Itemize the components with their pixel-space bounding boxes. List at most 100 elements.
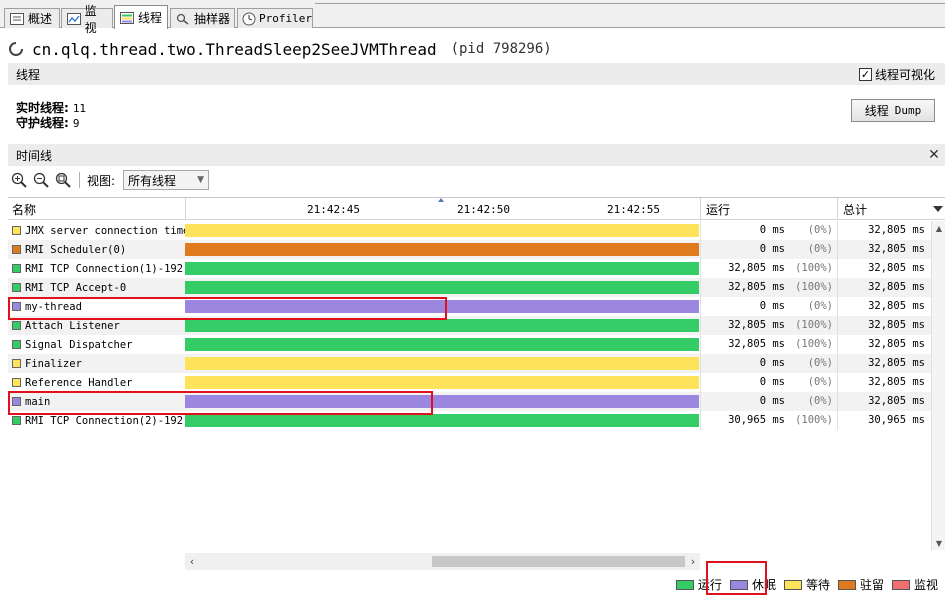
column-header-name[interactable]: 名称 <box>12 198 36 220</box>
table-row[interactable]: RMI TCP Accept-0 32,805 ms (100%) 32,805 ms <box>8 278 931 297</box>
legend-item-park: 驻留 <box>837 576 884 593</box>
table-row[interactable]: RMI TCP Connection(1)-192.168.0.1 32,805 … <box>8 259 931 278</box>
run-time: 32,805 ms <box>728 281 785 293</box>
horizontal-scrollbar[interactable]: ‹ › <box>185 553 700 570</box>
run-time: 32,805 ms <box>728 262 785 274</box>
thread-name: RMI TCP Connection(1)-192.168.0.1 <box>25 262 185 275</box>
thread-run-cell: 30,965 ms (100%) <box>700 411 837 430</box>
scroll-up-icon[interactable]: ▲ <box>932 221 945 235</box>
live-threads-value: 11 <box>72 102 87 115</box>
table-row[interactable]: RMI Scheduler(0) 0 ms (0%) 32,805 ms <box>8 240 931 259</box>
thread-run-cell: 32,805 ms (100%) <box>700 259 837 278</box>
thread-total-cell: 32,805 ms <box>837 259 931 278</box>
thread-total-cell: 32,805 ms <box>837 354 931 373</box>
tab-label: 监视 <box>84 3 97 35</box>
zoom-in-icon[interactable] <box>10 171 28 189</box>
run-percent: (100%) <box>795 414 833 426</box>
thread-timeline-bar <box>185 262 699 275</box>
thread-timeline-bar <box>185 338 699 351</box>
run-percent: (0%) <box>807 300 833 312</box>
legend-swatch <box>783 579 802 590</box>
legend-label: 驻留 <box>859 578 884 592</box>
thread-state-swatch <box>12 397 21 406</box>
thread-state-swatch <box>12 245 21 254</box>
thread-timeline-bar <box>185 357 699 370</box>
tab-sampler[interactable]: 抽样器 <box>170 8 235 28</box>
thread-state-swatch <box>12 359 21 368</box>
scroll-right-icon[interactable]: › <box>686 553 700 570</box>
table-row[interactable]: main 0 ms (0%) 32,805 ms <box>8 392 931 411</box>
thread-state-swatch <box>12 226 21 235</box>
thread-name: JMX server connection timeout <box>25 224 185 237</box>
tab-label: 线程 <box>138 11 163 25</box>
thread-timeline-bar <box>185 319 699 332</box>
thread-timeline-bar <box>185 243 699 256</box>
column-header-timeline: 21:42:45 21:42:50 21:42:55 <box>185 198 700 220</box>
thread-name-cell: Attach Listener <box>12 316 185 335</box>
timeline-tick: 21:42:55 <box>607 203 660 216</box>
table-rows: JMX server connection timeout 0 ms (0%) 32,… <box>8 221 931 430</box>
visualize-threads-label: 线程可视化 <box>874 68 935 82</box>
run-time: 0 ms <box>759 224 785 236</box>
table-row[interactable]: my-thread 0 ms (0%) 32,805 ms <box>8 297 931 316</box>
total-time: 32,805 ms <box>868 338 925 350</box>
total-time: 30,965 ms <box>868 414 925 426</box>
scrollbar-thumb[interactable] <box>432 556 685 567</box>
tab-monitor[interactable]: 监视 <box>61 4 113 35</box>
daemon-threads-label: 守护线程: <box>16 116 69 130</box>
thread-timeline-bar <box>185 224 699 237</box>
thread-name: Reference Handler <box>25 376 133 389</box>
profiler-icon <box>242 12 256 26</box>
total-time: 32,805 ms <box>868 395 925 407</box>
thread-total-cell: 32,805 ms <box>837 373 931 392</box>
thread-total-cell: 32,805 ms <box>837 278 931 297</box>
thread-name-cell: RMI Scheduler(0) <box>12 240 185 259</box>
thread-state-swatch <box>12 340 21 349</box>
run-time: 32,805 ms <box>728 338 785 350</box>
table-row[interactable]: Reference Handler 0 ms (0%) 32,805 ms <box>8 373 931 392</box>
tab-overview[interactable]: 概述 <box>4 8 60 28</box>
table-row[interactable]: Attach Listener 32,805 ms (100%) 32,805 ms <box>8 316 931 335</box>
tab-profiler[interactable]: Profiler <box>237 8 313 28</box>
visualize-threads-checkbox[interactable]: ✓ 线程可视化 <box>858 66 935 83</box>
table-row[interactable]: Signal Dispatcher 32,805 ms (100%) 32,805 m… <box>8 335 931 354</box>
sampler-icon <box>175 12 191 26</box>
view-select[interactable]: 所有线程 ▼ <box>123 170 210 190</box>
thread-name: Signal Dispatcher <box>25 338 133 351</box>
close-icon[interactable]: ✕ <box>927 147 941 163</box>
run-percent: (0%) <box>807 395 833 407</box>
thread-run-cell: 32,805 ms (100%) <box>700 316 837 335</box>
table-row[interactable]: JMX server connection timeout 0 ms (0%) 32,… <box>8 221 931 240</box>
vertical-scrollbar[interactable]: ▲ ▼ <box>931 221 945 550</box>
column-menu-button[interactable] <box>931 198 945 220</box>
table-row[interactable]: Finalizer 0 ms (0%) 32,805 ms <box>8 354 931 373</box>
thread-state-swatch <box>12 302 21 311</box>
zoom-out-icon[interactable] <box>32 171 50 189</box>
view-label: 视图: <box>87 173 116 188</box>
thread-name-cell: RMI TCP Connection(1)-192.168.0.1 <box>12 259 185 278</box>
legend-label: 监视 <box>913 578 938 592</box>
page-header: cn.qlq.thread.two.ThreadSleep2SeeJVMThre… <box>8 38 552 60</box>
chevron-down-icon <box>933 206 943 212</box>
total-time: 32,805 ms <box>868 243 925 255</box>
thread-total-cell: 30,965 ms <box>837 411 931 430</box>
thread-total-cell: 32,805 ms <box>837 240 931 259</box>
tab-threads[interactable]: 线程 <box>114 5 168 29</box>
column-header-run[interactable]: 运行 <box>700 198 837 220</box>
timeline-tick: 21:42:50 <box>457 203 510 216</box>
timeline-marker-icon <box>438 198 444 202</box>
legend-swatch <box>729 579 748 590</box>
scroll-left-icon[interactable]: ‹ <box>185 553 199 570</box>
zoom-fit-icon[interactable] <box>54 171 72 189</box>
run-time: 0 ms <box>759 395 785 407</box>
column-header-total[interactable]: 总计 <box>837 198 931 220</box>
threads-icon <box>119 11 135 25</box>
table-row[interactable]: RMI TCP Connection(2)-192.168.0.1 30,965 … <box>8 411 931 430</box>
scroll-down-icon[interactable]: ▼ <box>932 536 945 550</box>
legend-swatch <box>675 579 694 590</box>
legend-label: 运行 <box>697 578 722 592</box>
thread-dump-button[interactable]: 线程 Dump <box>851 99 935 122</box>
thread-run-cell: 0 ms (0%) <box>700 297 837 316</box>
thread-name: Attach Listener <box>25 319 120 332</box>
thread-state-swatch <box>12 321 21 330</box>
